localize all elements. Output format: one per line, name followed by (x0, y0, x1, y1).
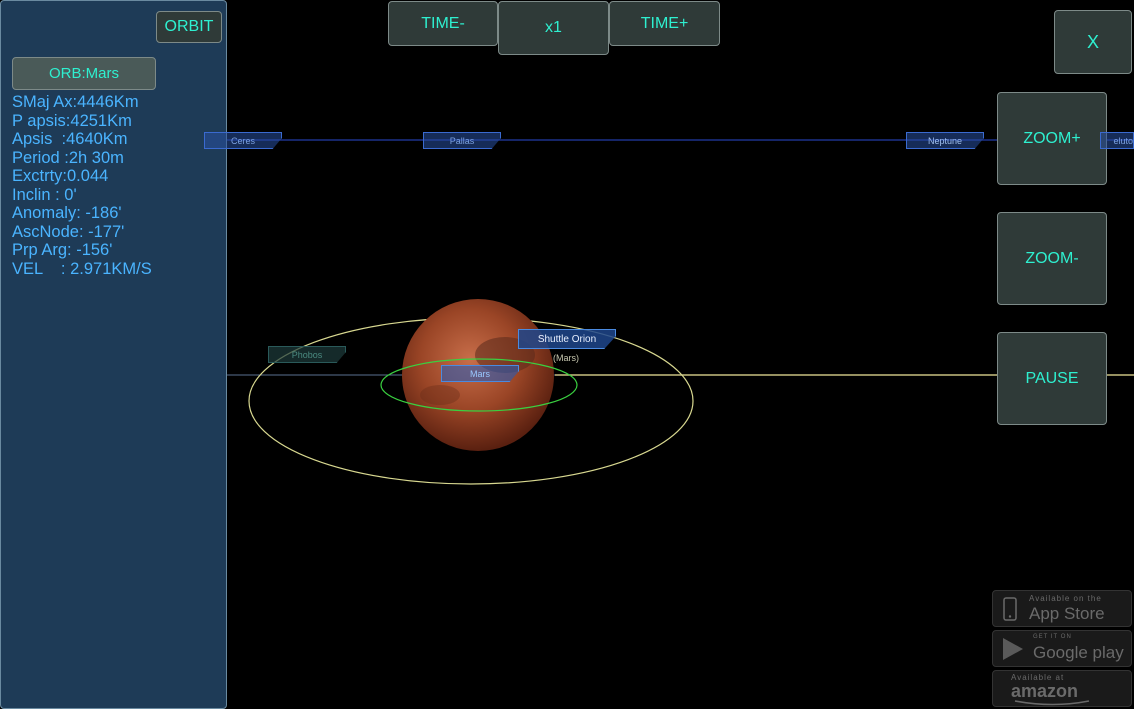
stat-semi-major-axis: SMaj Ax:4446Km (12, 93, 139, 111)
orbit-button[interactable]: ORBIT (156, 11, 222, 43)
mars-dark-region-2 (420, 385, 460, 405)
google-play-caption: GET IT ON (1033, 634, 1072, 640)
stat-anomaly: Anomaly: -186' (12, 204, 122, 222)
app-store-title: App Store (1029, 604, 1105, 623)
stat-periapsis: P apsis:4251Km (12, 111, 132, 130)
label-mars[interactable]: Mars (441, 365, 519, 382)
stat-apoapsis: Apsis :4640Km (12, 130, 128, 148)
orbit-stats-list: SMaj Ax:4446Km P apsis:4251Km Apsis :464… (12, 93, 152, 278)
time-minus-button[interactable]: TIME- (388, 1, 498, 46)
google-play-badge[interactable]: GET IT ON Google play (992, 630, 1132, 667)
google-play-title: Google play (1033, 643, 1124, 662)
stat-inclination: Inclin : 0' (12, 185, 77, 204)
label-phobos[interactable]: Phobos (268, 346, 346, 363)
label-ceres[interactable]: Ceres (204, 132, 282, 149)
label-pallas[interactable]: Pallas (423, 132, 501, 149)
stat-eccentricity: Exctrty:0.044 (12, 167, 109, 185)
time-plus-button[interactable]: TIME+ (609, 1, 720, 46)
zoom-in-button[interactable]: ZOOM+ (997, 92, 1107, 185)
amazon-smile-icon (1014, 700, 1090, 706)
pause-button[interactable]: PAUSE (997, 332, 1107, 425)
phone-icon (1003, 597, 1017, 621)
label-pluto[interactable]: eluto (1100, 132, 1134, 149)
zoom-out-button[interactable]: ZOOM- (997, 212, 1107, 305)
orbit-info-panel: ORBIT ORB:Mars SMaj Ax:4446Km P apsis:42… (0, 0, 227, 709)
app-store-badge[interactable]: Available on the App Store (992, 590, 1132, 627)
stat-periapsis-argument: Prp Arg: -156' (12, 241, 113, 259)
play-triangle-icon (1003, 638, 1023, 660)
label-shuttle-orion[interactable]: Shuttle Orion (518, 329, 616, 349)
app-store-caption: Available on the (1029, 594, 1102, 603)
orbit-target-button[interactable]: ORB:Mars (12, 57, 156, 90)
time-rate-button[interactable]: x1 (498, 1, 609, 55)
close-button[interactable]: X (1054, 10, 1132, 74)
stat-ascending-node: AscNode: -177' (12, 222, 125, 241)
amazon-badge[interactable]: Available at amazon (992, 670, 1132, 707)
label-shuttle-parent: (Mars) (553, 353, 579, 363)
stat-velocity: VEL : 2.971KM/S (12, 259, 152, 278)
stat-period: Period :2h 30m (12, 148, 124, 167)
label-neptune[interactable]: Neptune (906, 132, 984, 149)
